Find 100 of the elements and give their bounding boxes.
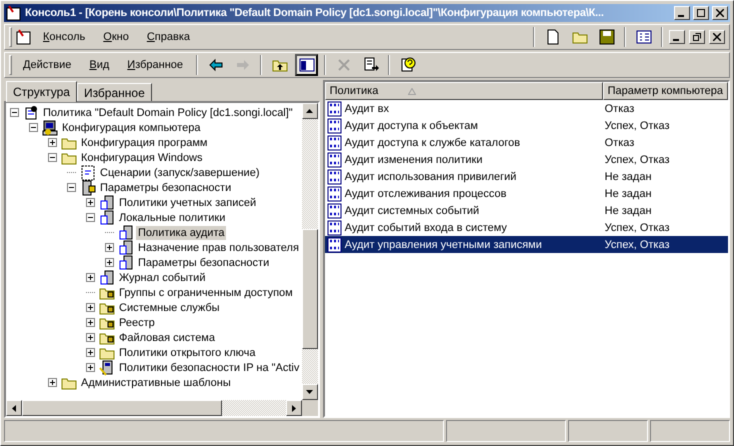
down-arrow-icon: [306, 390, 314, 394]
expander-icon[interactable]: [105, 258, 114, 267]
tree-item[interactable]: Политика "Default Domain Policy [dc1.songi.local]": [41, 106, 295, 120]
list-row[interactable]: Аудит системных событий Не задан: [324, 202, 728, 219]
servers-icon: [118, 254, 134, 270]
menu-item[interactable]: Вид: [82, 57, 116, 73]
computer-icon: [42, 120, 58, 136]
security-icon: [80, 180, 96, 196]
table-cell: Аудит доступа к службе каталогов: [324, 134, 603, 150]
window-title: Консоль1 - [Корень консоли\Политика "Default Domain Policy [dc1.songi.local]"\Конфигурация компьютера\К...: [25, 7, 605, 19]
tree-item[interactable]: Политики безопасности IP на "Activ: [117, 360, 302, 374]
back-arrow-icon: [208, 57, 224, 73]
policy-icon: [23, 104, 39, 120]
tree-item[interactable]: Группы с ограниченным доступом: [117, 286, 295, 300]
table-cell: Аудит системных событий: [324, 202, 603, 218]
menu-item[interactable]: Справка: [140, 29, 198, 45]
tree-item[interactable]: Реестр: [117, 316, 157, 330]
tree-item[interactable]: Конфигурация компьютера: [60, 120, 202, 134]
list-row[interactable]: Аудит управления учетными записями Успех, Отказ: [324, 236, 728, 253]
servers-icon: [99, 270, 115, 286]
maximize-button[interactable]: [693, 6, 709, 20]
list-row[interactable]: Аудит изменения политики Успех, Отказ: [324, 151, 728, 168]
list-row[interactable]: Аудит отслеживания процессов Не задан: [324, 185, 728, 202]
servers-icon: [99, 210, 115, 226]
tree-item[interactable]: Сценарии (запуск/завершение): [98, 166, 262, 180]
table-cell: Аудит управления учетными записями: [324, 236, 603, 252]
tree-item[interactable]: Конфигурация программ: [79, 136, 210, 150]
horizontal-scrollbar[interactable]: [6, 400, 302, 416]
policy-setting-icon: [326, 118, 343, 134]
maximize-icon: [697, 9, 705, 17]
delete-icon: [336, 57, 352, 73]
expander-icon[interactable]: [86, 333, 95, 342]
minimize-button[interactable]: [674, 6, 690, 20]
script-icon: [80, 164, 96, 180]
expander-icon[interactable]: [105, 243, 114, 252]
list-row[interactable]: Аудит вх Отказ: [324, 100, 728, 117]
expander-icon[interactable]: [10, 108, 19, 117]
close-button[interactable]: [712, 6, 728, 20]
expander-icon[interactable]: [29, 123, 38, 132]
menu-item[interactable]: Действие: [16, 57, 78, 73]
list-row[interactable]: Аудит доступа к службе каталогов Отказ: [324, 134, 728, 151]
expander-icon[interactable]: [86, 198, 95, 207]
table-cell: Аудит вх: [324, 100, 603, 116]
list-row[interactable]: Аудит доступа к объектам Успех, Отказ: [324, 117, 728, 134]
expander-icon[interactable]: [86, 303, 95, 312]
table-cell-text: Не задан: [604, 170, 653, 182]
tree-item[interactable]: Локальные политики: [117, 210, 228, 224]
list-row[interactable]: Аудит событий входа в систему Успех, Отказ: [324, 219, 728, 236]
tree-item[interactable]: Журнал событий: [117, 270, 208, 284]
tab[interactable]: Структура: [6, 81, 77, 102]
table-cell-text: Отказ: [604, 136, 636, 148]
menu-item[interactable]: Консоль: [36, 29, 92, 45]
menu-item[interactable]: Избранное: [120, 57, 190, 73]
policy-setting-icon: [326, 202, 343, 218]
policy-setting-icon: [326, 236, 343, 252]
tree-item[interactable]: Файловая система: [117, 330, 217, 344]
close-icon: [716, 9, 724, 17]
policy-setting-icon: [326, 100, 343, 116]
table-cell-text: Не задан: [604, 204, 653, 216]
close-icon: [713, 33, 721, 41]
tree-item[interactable]: Параметры безопасности: [98, 180, 234, 194]
scrollbar-corner: [302, 400, 318, 416]
tree-item[interactable]: Параметры безопасности: [136, 256, 272, 270]
column-header[interactable]: Параметр компьютера: [602, 82, 728, 100]
tree-item[interactable]: Административные шаблоны: [79, 376, 233, 390]
expander-icon[interactable]: [67, 183, 76, 192]
tree-item[interactable]: Конфигурация Windows: [79, 150, 204, 164]
expander-icon[interactable]: [86, 213, 95, 222]
right-arrow-icon: [292, 404, 296, 412]
expander-icon[interactable]: [48, 138, 57, 147]
tree-item[interactable]: Политики учетных записей: [117, 196, 258, 210]
policy-setting-icon: [326, 134, 343, 150]
policy-setting-icon: [326, 152, 343, 168]
list-row[interactable]: Аудит использования привилегий Не задан: [324, 168, 728, 185]
console-icon: [16, 29, 32, 45]
sort-arrow-icon: [408, 88, 416, 94]
tree-toggle-button[interactable]: [295, 54, 318, 76]
tree-item[interactable]: Назначение прав пользователя: [136, 240, 301, 254]
restore-button[interactable]: [689, 30, 705, 44]
policy-setting-icon: [326, 186, 343, 202]
expander-icon[interactable]: [86, 348, 95, 357]
vertical-scrollbar[interactable]: [302, 103, 318, 400]
minimize-button[interactable]: [669, 30, 685, 44]
left-arrow-icon: [12, 404, 16, 412]
expander-icon[interactable]: [86, 318, 95, 327]
expander-icon[interactable]: [86, 273, 95, 282]
menu-item[interactable]: Окно: [96, 29, 136, 45]
tree-item[interactable]: Системные службы: [117, 300, 222, 314]
table-cell-text: Успех, Отказ: [604, 154, 671, 166]
close-button[interactable]: [709, 30, 725, 44]
tree-item[interactable]: Политика аудита: [136, 226, 226, 240]
expander-icon[interactable]: [48, 378, 57, 387]
document-icon: [544, 29, 560, 45]
policy-setting-icon: [326, 220, 343, 236]
tree-item[interactable]: Политики открытого ключа: [117, 346, 258, 360]
tab[interactable]: Избранное: [76, 83, 152, 101]
expander-icon[interactable]: [48, 153, 57, 162]
column-header[interactable]: Политика: [324, 82, 603, 100]
expander-icon[interactable]: [86, 363, 95, 372]
servers-icon: [118, 224, 134, 240]
